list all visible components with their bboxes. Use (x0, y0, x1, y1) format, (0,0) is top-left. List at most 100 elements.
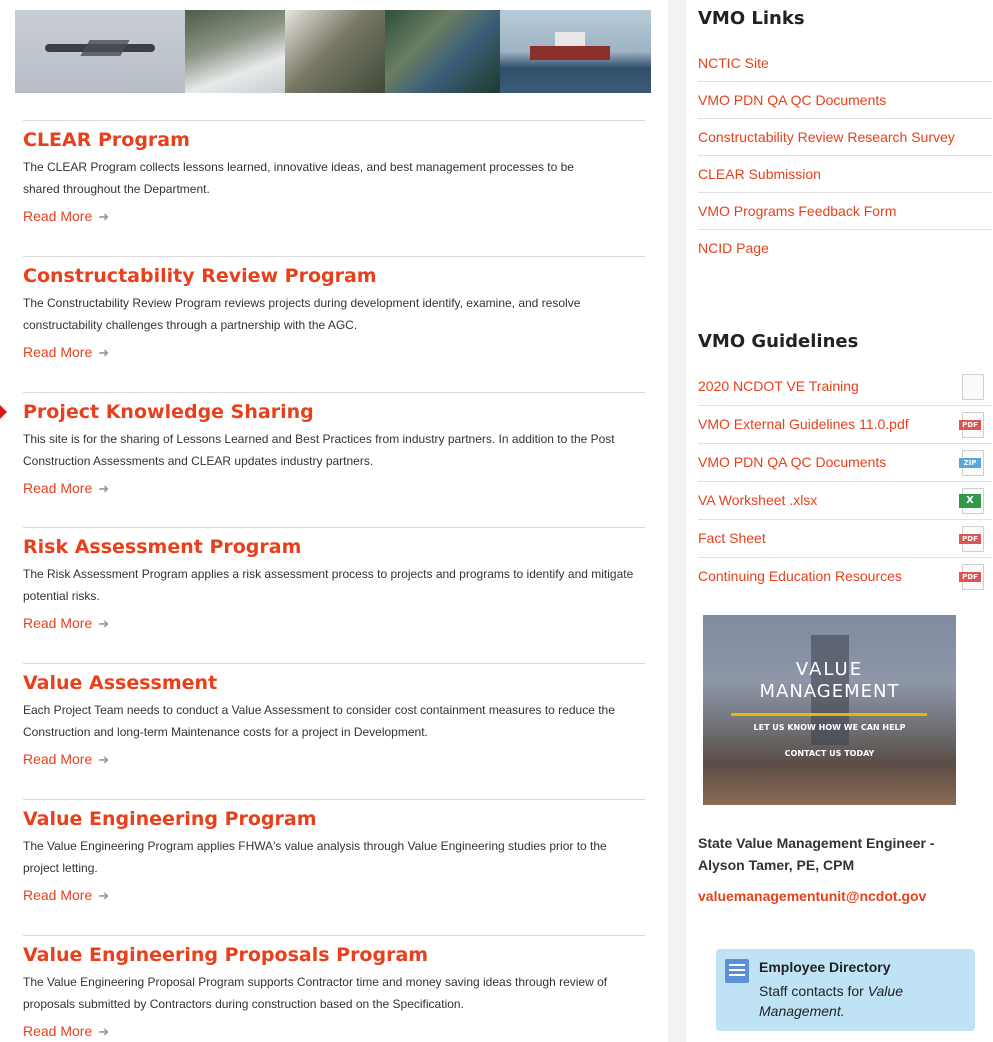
promo-line-4: CONTACT US TODAY (784, 749, 875, 758)
sidebar: VMO Links NCTIC Site VMO PDN QA QC Docum… (686, 0, 993, 1042)
file-type-tag: ZIP (959, 458, 981, 468)
link-row: VMO PDN QA QC Documents (698, 82, 992, 119)
main-content: CLEAR Program The CLEAR Program collects… (0, 0, 668, 1042)
vmo-links-list: NCTIC Site VMO PDN QA QC Documents Const… (698, 45, 992, 266)
arrow-right-icon: ➜ (98, 481, 110, 496)
directory-description: Staff contacts for Value Management. (759, 981, 964, 1021)
program-description: The CLEAR Program collects lessons learn… (23, 160, 574, 196)
link-row: NCID Page (698, 230, 992, 266)
vmo-guidelines-heading: VMO Guidelines (698, 331, 859, 352)
highway-interchange-photo (385, 10, 500, 93)
value-management-promo-banner[interactable]: VALUE MANAGEMENT LET US KNOW HOW WE CAN … (703, 615, 956, 805)
directory-list-icon (725, 959, 749, 983)
guideline-row: 2020 NCDOT VE Training (698, 368, 992, 406)
engineer-contact: State Value Management Engineer - Alyson… (698, 832, 978, 876)
program-description: The Risk Assessment Program applies a ri… (23, 567, 634, 603)
program-item: Value Engineering Program The Value Engi… (23, 799, 645, 905)
program-description: The Value Engineering Proposal Program s… (23, 975, 608, 1011)
contact-email-link[interactable]: valuemanagementunit@ncdot.gov (698, 888, 926, 904)
airplane-photo (15, 10, 185, 93)
promo-line-3: LET US KNOW HOW WE CAN HELP (753, 723, 906, 732)
vmo-guidelines-list: 2020 NCDOT VE Training VMO External Guid… (698, 368, 992, 595)
pdf-file-icon: PDF (959, 564, 984, 590)
promo-line-2: MANAGEMENT (759, 681, 900, 702)
file-type-tag: X (959, 494, 981, 508)
read-more-link[interactable]: Read More ➜ (23, 480, 109, 497)
vmo-links-heading: VMO Links (698, 8, 805, 29)
program-title[interactable]: Value Engineering Proposals Program (23, 943, 645, 967)
read-more-label: Read More (23, 615, 93, 631)
guideline-row: Continuing Education Resources PDF (698, 558, 992, 595)
read-more-link[interactable]: Read More ➜ (23, 751, 109, 768)
program-description: This site is for the sharing of Lessons … (23, 432, 615, 468)
directory-desc-prefix: Staff contacts for (759, 983, 868, 999)
read-more-label: Read More (23, 751, 93, 767)
arrow-right-icon: ➜ (98, 1024, 110, 1039)
file-type-tag: PDF (959, 420, 981, 430)
file-type-tag: PDF (959, 534, 981, 544)
zip-file-icon: ZIP (959, 450, 984, 476)
promo-accent-bar (731, 713, 927, 716)
read-more-link[interactable]: Read More ➜ (23, 208, 109, 225)
guideline-row: VMO PDN QA QC Documents ZIP (698, 444, 992, 482)
guideline-row: VA Worksheet .xlsx X (698, 482, 992, 520)
header-banner (15, 10, 651, 93)
link-clear-submission[interactable]: CLEAR Submission (698, 165, 992, 183)
directory-title[interactable]: Employee Directory (759, 959, 891, 975)
engineer-title: State Value Management Engineer - (698, 835, 935, 851)
program-item: Value Assessment Each Project Team needs… (23, 663, 645, 769)
read-more-link[interactable]: Read More ➜ (23, 887, 109, 904)
railroad-crossing-photo (285, 10, 385, 93)
program-title[interactable]: CLEAR Program (23, 128, 645, 152)
program-title[interactable]: Project Knowledge Sharing (23, 400, 645, 424)
program-item: CLEAR Program The CLEAR Program collects… (23, 120, 645, 226)
program-title[interactable]: Constructability Review Program (23, 264, 645, 288)
guideline-pdn-qa-qc[interactable]: VMO PDN QA QC Documents (698, 453, 886, 471)
link-feedback-form[interactable]: VMO Programs Feedback Form (698, 202, 992, 220)
airplane-wing-shape (80, 40, 130, 56)
guideline-continuing-education[interactable]: Continuing Education Resources (698, 567, 902, 585)
guideline-row: Fact Sheet PDF (698, 520, 992, 558)
program-title[interactable]: Value Assessment (23, 671, 645, 695)
file-type-tag: PDF (959, 572, 981, 582)
ferry-cabin-shape (555, 32, 585, 46)
program-item: Constructability Review Program The Cons… (23, 256, 645, 362)
read-more-link[interactable]: Read More ➜ (23, 1023, 109, 1040)
link-row: NCTIC Site (698, 45, 992, 82)
read-more-label: Read More (23, 887, 93, 903)
read-more-label: Read More (23, 480, 93, 496)
pdf-file-icon: PDF (959, 526, 984, 552)
guideline-ve-training[interactable]: 2020 NCDOT VE Training (698, 377, 859, 395)
program-title[interactable]: Value Engineering Program (23, 807, 645, 831)
read-more-link[interactable]: Read More ➜ (23, 615, 109, 632)
link-row: CLEAR Submission (698, 156, 992, 193)
guideline-fact-sheet[interactable]: Fact Sheet (698, 529, 766, 547)
program-description: Each Project Team needs to conduct a Val… (23, 703, 615, 739)
arrow-right-icon: ➜ (98, 209, 110, 224)
link-nctic-site[interactable]: NCTIC Site (698, 54, 992, 72)
program-item: Value Engineering Proposals Program The … (23, 935, 645, 1041)
link-row: Constructability Review Research Survey (698, 119, 992, 156)
link-ncid-page[interactable]: NCID Page (698, 239, 992, 257)
guideline-va-worksheet[interactable]: VA Worksheet .xlsx (698, 491, 817, 509)
arrow-right-icon: ➜ (98, 888, 110, 903)
excel-file-icon: X (959, 488, 984, 514)
guideline-external-guidelines[interactable]: VMO External Guidelines 11.0.pdf (698, 415, 909, 433)
link-constructability-survey[interactable]: Constructability Review Research Survey (698, 128, 992, 146)
program-description: The Constructability Review Program revi… (23, 296, 581, 332)
read-more-label: Read More (23, 1023, 93, 1039)
read-more-label: Read More (23, 344, 93, 360)
program-item: Risk Assessment Program The Risk Assessm… (23, 527, 645, 633)
employee-directory-card[interactable]: Employee Directory Staff contacts for Va… (716, 949, 975, 1031)
program-title[interactable]: Risk Assessment Program (23, 535, 645, 559)
arrow-right-icon: ➜ (98, 345, 110, 360)
guideline-row: VMO External Guidelines 11.0.pdf PDF (698, 406, 992, 444)
ferry-photo (500, 10, 651, 93)
pdf-file-icon: PDF (959, 412, 984, 438)
promo-line-1: VALUE (795, 659, 864, 680)
current-item-marker-icon (0, 405, 7, 419)
program-item: Project Knowledge Sharing This site is f… (23, 392, 645, 498)
arrow-right-icon: ➜ (98, 752, 110, 767)
read-more-link[interactable]: Read More ➜ (23, 344, 109, 361)
link-vmo-pdn-qa-qc[interactable]: VMO PDN QA QC Documents (698, 91, 992, 109)
